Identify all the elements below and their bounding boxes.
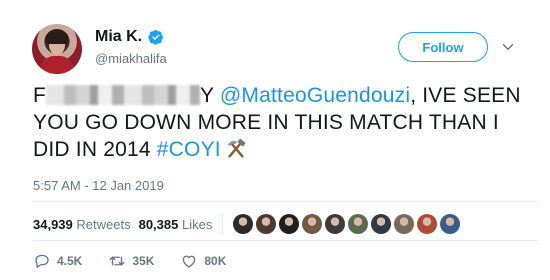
liker-avatar[interactable] bbox=[371, 214, 392, 234]
follow-button[interactable]: Follow bbox=[398, 32, 488, 62]
user-handle[interactable]: @miakhalifa bbox=[95, 51, 167, 66]
tweet-timestamp[interactable]: 5:57 AM - 12 Jan 2019 bbox=[33, 178, 164, 193]
divider bbox=[33, 240, 538, 241]
reply-icon bbox=[35, 254, 49, 268]
retweets-stat[interactable]: 34,939 Retweets bbox=[33, 217, 131, 232]
reply-count: 4.5K bbox=[57, 254, 83, 268]
avatar-hair bbox=[45, 30, 69, 44]
likes-count: 80,385 bbox=[138, 216, 179, 232]
retweet-button[interactable]: 35K bbox=[108, 252, 154, 270]
divider bbox=[33, 201, 538, 202]
tweet-card: Mia K. @miakhalifa Follow F Y @MatteoGuen… bbox=[0, 0, 550, 280]
hammer-and-pick-icon bbox=[227, 138, 246, 158]
liker-avatar[interactable] bbox=[417, 214, 438, 234]
like-count: 80K bbox=[204, 254, 227, 268]
engagement-stats: 34,939 Retweets 80,385 Likes bbox=[33, 213, 461, 235]
chevron-down-icon[interactable] bbox=[499, 38, 517, 56]
retweets-count: 34,939 bbox=[33, 216, 73, 232]
retweet-count: 35K bbox=[132, 254, 155, 268]
mention-link[interactable]: @MatteoGuendouzi bbox=[220, 84, 410, 107]
tweet-text-after-blur: Y bbox=[200, 84, 220, 107]
name-row: Mia K. bbox=[95, 28, 164, 46]
reply-button[interactable]: 4.5K bbox=[33, 252, 82, 270]
liker-avatar[interactable] bbox=[302, 214, 323, 234]
liker-avatars bbox=[233, 214, 461, 234]
retweets-label: Retweets bbox=[76, 216, 131, 232]
avatar-shirt bbox=[40, 56, 74, 74]
liker-avatar[interactable] bbox=[348, 214, 369, 234]
avatar[interactable] bbox=[32, 24, 82, 74]
display-name[interactable]: Mia K. bbox=[95, 28, 142, 46]
likes-label: Likes bbox=[181, 216, 213, 232]
hashtag-link[interactable]: #COYI bbox=[157, 138, 221, 161]
liker-avatar[interactable] bbox=[394, 214, 415, 234]
tweet-text: FY @MatteoGuendouzi, IVE SEEN YOU GO DOW… bbox=[33, 82, 538, 163]
retweet-icon bbox=[109, 256, 125, 266]
liker-avatar[interactable] bbox=[279, 214, 300, 234]
tweet-text-prefix: F bbox=[33, 84, 47, 107]
liker-avatar[interactable] bbox=[325, 214, 346, 234]
tweet-actions: 4.5K 35K 80K bbox=[33, 252, 252, 270]
liker-avatar[interactable] bbox=[256, 214, 277, 234]
heart-icon bbox=[183, 255, 196, 268]
likes-stat[interactable]: 80,385 Likes bbox=[139, 217, 213, 232]
verified-badge-icon bbox=[148, 30, 164, 45]
stats-separator bbox=[222, 213, 224, 235]
like-button[interactable]: 80K bbox=[180, 252, 226, 270]
censored-blur bbox=[46, 85, 201, 105]
liker-avatar[interactable] bbox=[233, 214, 254, 234]
liker-avatar[interactable] bbox=[440, 214, 461, 234]
